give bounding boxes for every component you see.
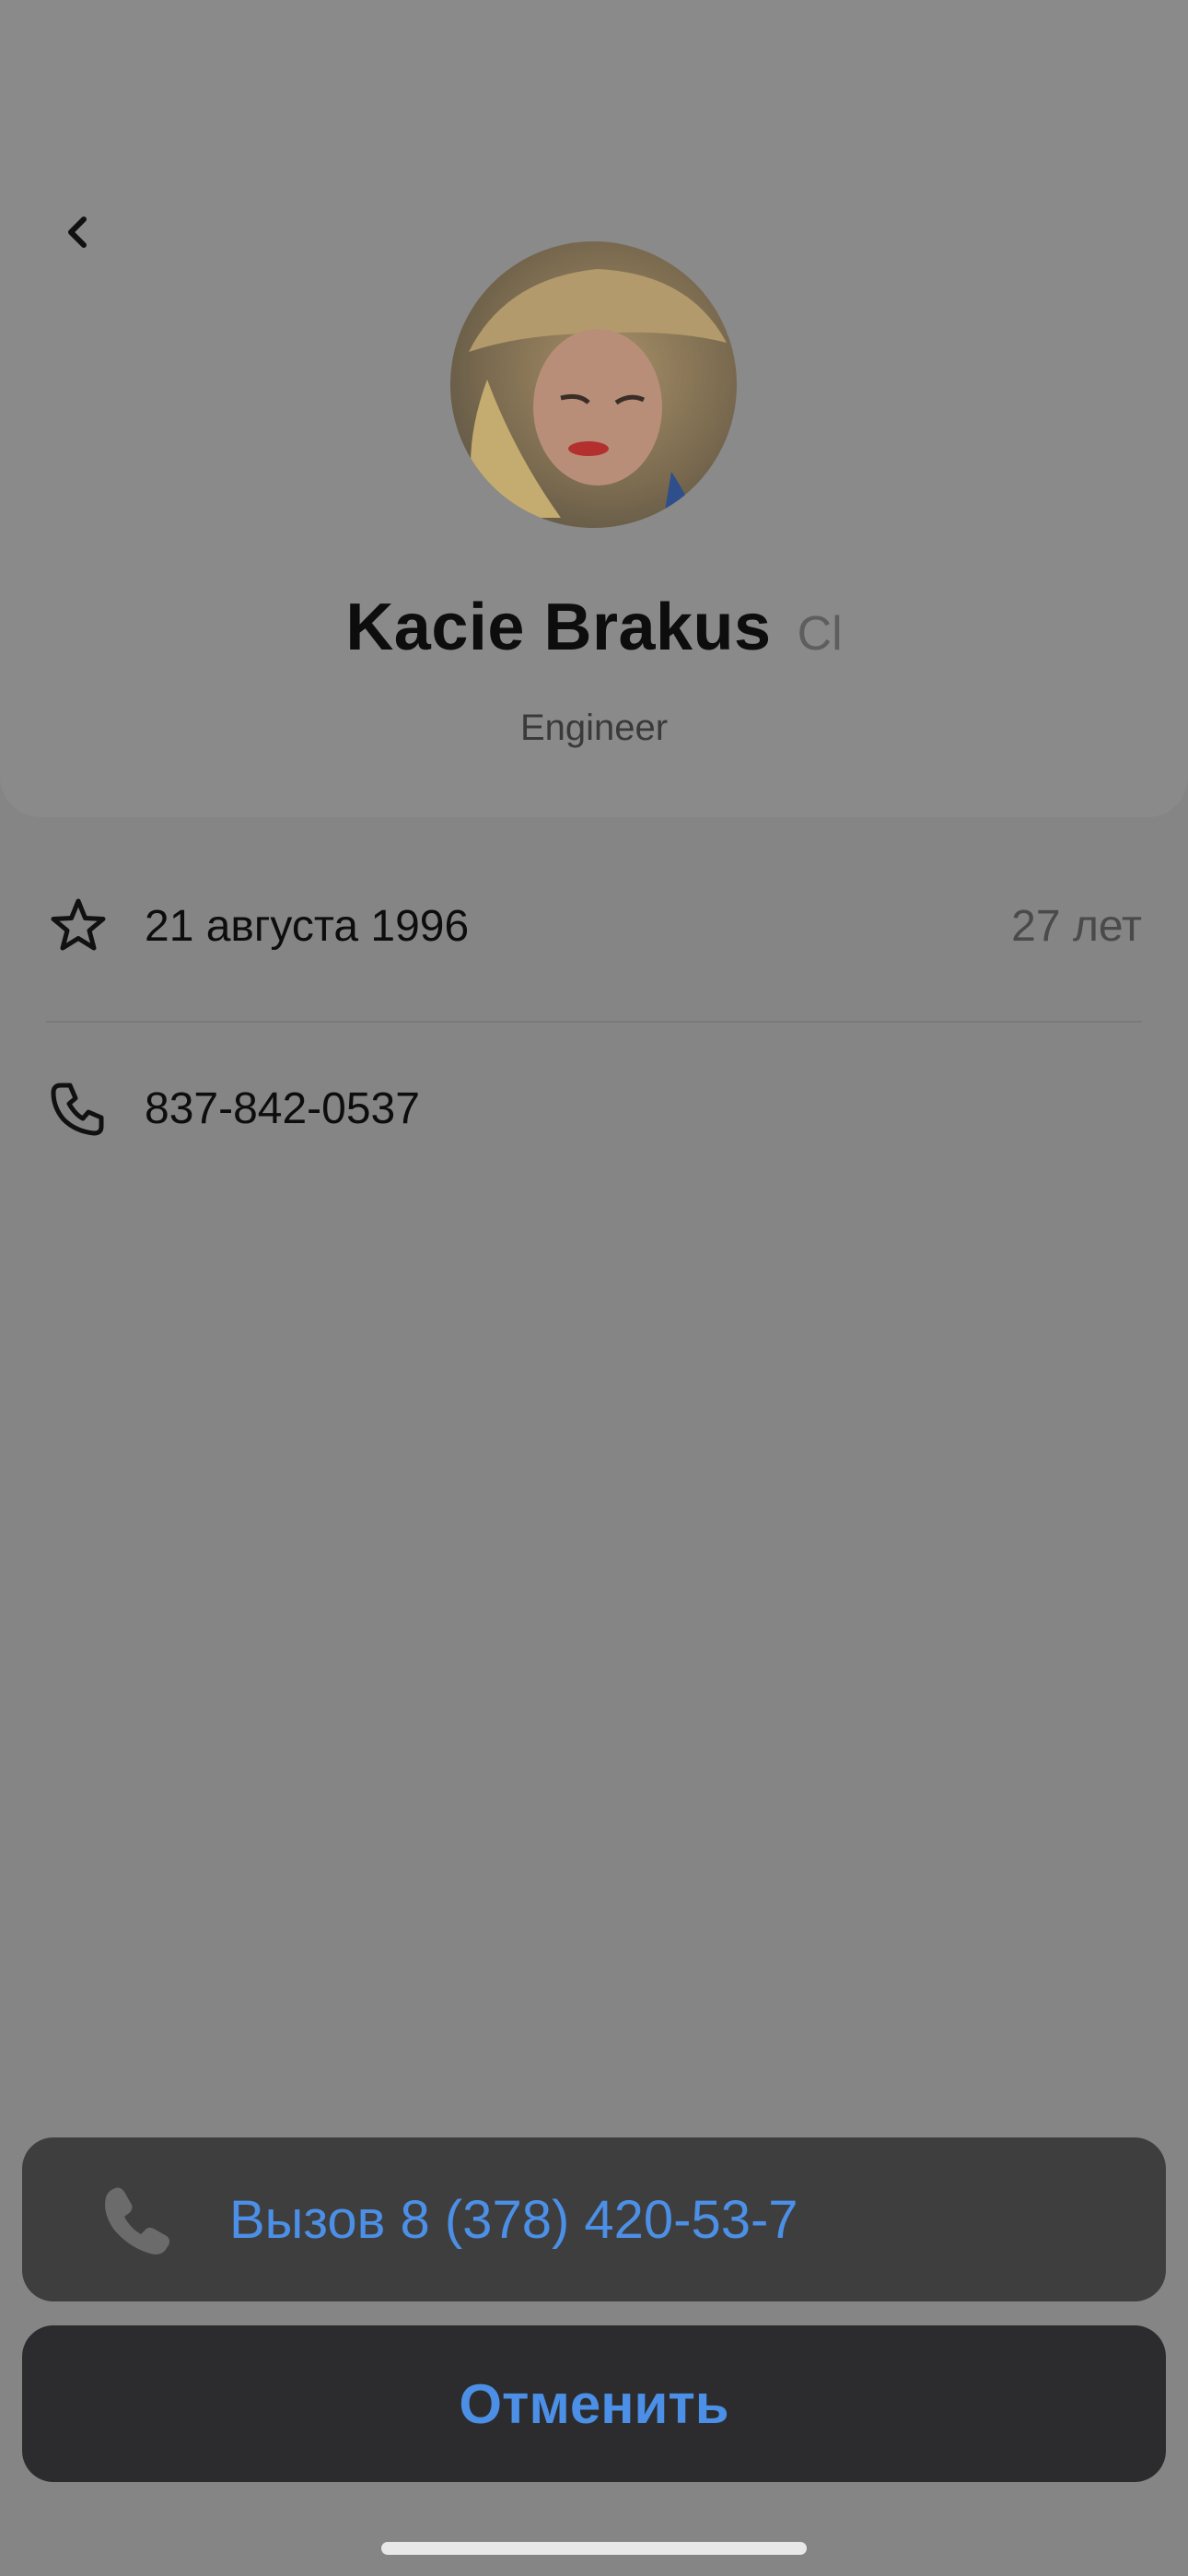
birthday-row: 21 августа 1996 27 лет	[46, 875, 1142, 977]
cancel-label: Отменить	[459, 2372, 729, 2435]
star-icon	[46, 894, 111, 958]
chevron-left-icon	[68, 217, 87, 248]
home-indicator[interactable]	[381, 2542, 807, 2555]
phone-row[interactable]: 837-842-0537	[46, 1058, 1142, 1159]
phone-number: 837-842-0537	[145, 1083, 420, 1133]
avatar	[450, 241, 737, 528]
divider	[46, 1021, 1142, 1023]
phone-icon	[87, 2169, 188, 2270]
birthday-date: 21 августа 1996	[145, 901, 470, 951]
name-suffix: Cl	[797, 607, 843, 661]
age-label: 27 лет	[1011, 901, 1142, 951]
call-button[interactable]: Вызов 8 (378) 420-53-7	[22, 2137, 1166, 2301]
contact-role: Engineer	[519, 708, 669, 748]
name-row: Kacie Brakus Cl	[0, 590, 1188, 665]
contact-name: Kacie Brakus	[345, 591, 772, 664]
cancel-button[interactable]: Отменить	[22, 2325, 1166, 2482]
call-label: Вызов 8 (378) 420-53-7	[229, 2189, 798, 2250]
phone-icon	[46, 1076, 111, 1141]
back-button[interactable]	[50, 205, 105, 260]
